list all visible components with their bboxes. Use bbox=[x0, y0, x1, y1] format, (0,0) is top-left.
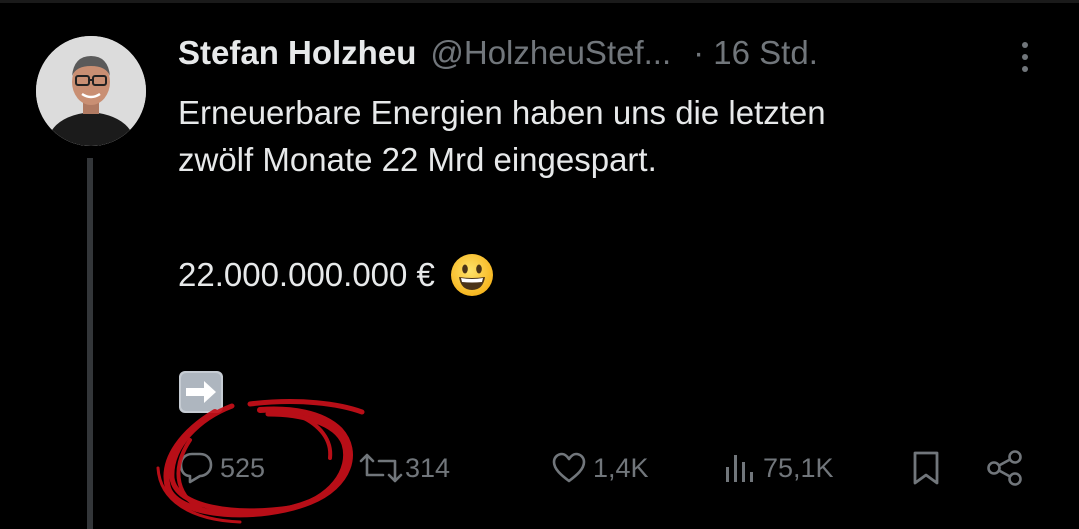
like-count: 1,4K bbox=[593, 452, 649, 483]
share-button[interactable] bbox=[986, 438, 1024, 498]
right-arrow-icon bbox=[178, 370, 224, 419]
tweet-text: Erneuerbare Energien haben uns die letzt… bbox=[178, 90, 1038, 184]
avatar[interactable] bbox=[36, 36, 146, 146]
avatar-photo bbox=[36, 36, 146, 146]
like-button[interactable]: 1,4K bbox=[551, 438, 649, 498]
amount-text: 22.000.000.000 € bbox=[178, 256, 435, 293]
tweet-amount-line: 22.000.000.000 € bbox=[178, 252, 495, 298]
reply-button[interactable]: 525 bbox=[178, 438, 265, 498]
share-icon bbox=[987, 450, 1022, 486]
retweet-button[interactable]: 314 bbox=[357, 438, 450, 498]
tweet-text-line: Erneuerbare Energien haben uns die letzt… bbox=[178, 94, 826, 131]
views-count: 75,1K bbox=[763, 452, 834, 483]
grinning-face-icon bbox=[450, 254, 493, 296]
tweet-timestamp[interactable]: · 16 Std. bbox=[693, 34, 818, 72]
retweet-icon bbox=[359, 453, 403, 483]
bookmark-button[interactable] bbox=[911, 438, 941, 498]
retweet-count: 314 bbox=[405, 452, 451, 483]
author-handle[interactable]: @HolzheuStef... bbox=[430, 34, 671, 72]
views-chart-icon bbox=[726, 455, 753, 482]
reply-icon bbox=[179, 452, 213, 484]
tweet-text-line: zwölf Monate 22 Mrd eingespart. bbox=[178, 140, 657, 178]
views-button[interactable]: 75,1K bbox=[723, 438, 834, 498]
author-name[interactable]: Stefan Holzheu bbox=[178, 34, 416, 72]
top-divider bbox=[0, 0, 1079, 3]
tweet-actions: 525 314 1,4K 75,1K bbox=[0, 438, 1079, 498]
bookmark-icon bbox=[913, 451, 939, 485]
reply-count: 525 bbox=[220, 452, 266, 483]
heart-icon bbox=[552, 452, 586, 483]
more-options-icon[interactable] bbox=[1015, 42, 1035, 78]
tweet-header: Stefan Holzheu @HolzheuStef... · 16 Std. bbox=[178, 34, 818, 78]
